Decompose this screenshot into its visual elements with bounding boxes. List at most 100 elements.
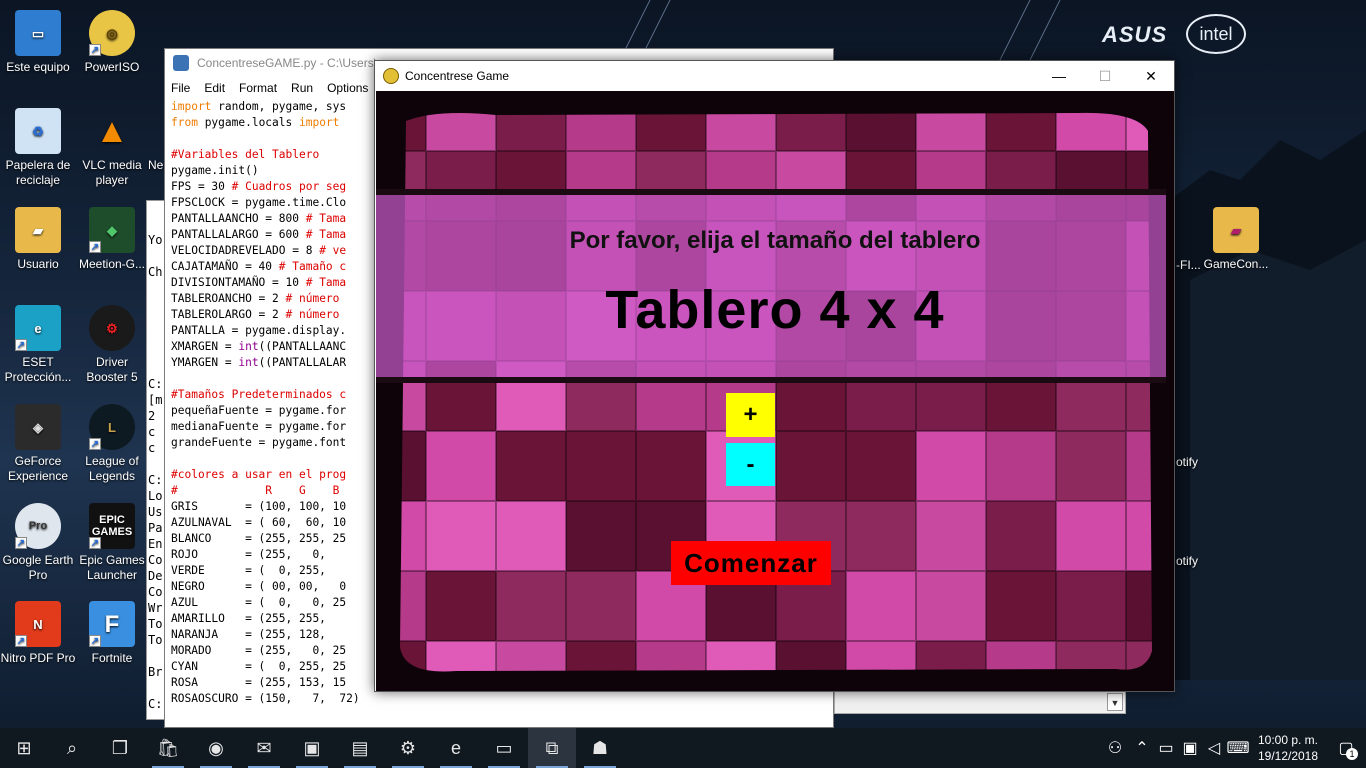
menu-edit[interactable]: Edit — [204, 81, 225, 95]
background-tile — [916, 431, 986, 501]
icon-label: ESET Protección... — [4, 355, 72, 384]
store-icon[interactable]: 🛍 — [144, 728, 192, 768]
pygame-icon[interactable]: ☗ — [576, 728, 624, 768]
desktop-icon-nitro[interactable]: N ↗ Nitro PDF Pro — [0, 601, 76, 666]
chrome-icon[interactable]: ◉ — [192, 728, 240, 768]
edge-icon[interactable]: e — [432, 728, 480, 768]
background-tile — [636, 641, 706, 691]
desktop-icon-poweriso[interactable]: ◎ ↗ PowerISO — [74, 10, 150, 75]
icon-label: VLC media player — [82, 158, 142, 187]
menu-file[interactable]: File — [171, 81, 190, 95]
notification-badge: 1 — [1346, 748, 1358, 760]
shortcut-arrow-icon: ↗ — [15, 635, 27, 647]
driver-booster-icon[interactable]: ⚙ — [384, 728, 432, 768]
desktop-icon-usuario[interactable]: ▰ Usuario — [0, 207, 76, 272]
clock[interactable]: 10:00 p. m. 19/12/2018 — [1250, 732, 1326, 764]
search-icon[interactable]: ⌕ — [48, 728, 96, 768]
board-size-label: Tablero 4 x 4 — [605, 280, 945, 340]
desktop-icon-epic[interactable]: EPIC GAMES ↗ Epic Games Launcher — [74, 503, 150, 583]
intel-logo: intel — [1186, 14, 1246, 54]
code-token: # R G B — [171, 484, 340, 497]
task-view-icon[interactable]: ❐ — [96, 728, 144, 768]
background-tile — [566, 91, 636, 151]
battery-icon[interactable]: ▭ — [1154, 728, 1178, 768]
desktop-icon-gamecon[interactable]: ▰ GameCon... — [1198, 207, 1274, 272]
console-line: Us — [148, 505, 163, 519]
game-window-title: Concentrese Game — [405, 69, 510, 83]
chevron-up-icon[interactable]: ⌃ — [1130, 728, 1154, 768]
notification-center-button[interactable]: ▢ 1 — [1326, 728, 1366, 768]
python-icon[interactable]: ⧉ — [528, 728, 576, 768]
background-tile — [776, 641, 846, 691]
console-scroll-area[interactable]: ▼ — [834, 690, 1126, 714]
minimize-button[interactable]: — — [1036, 61, 1082, 91]
user-folder-icon: ▰ — [15, 207, 61, 253]
background-tile — [986, 641, 1056, 691]
background-tile — [1126, 571, 1174, 641]
console-line: Pa — [148, 521, 163, 535]
shortcut-arrow-icon: ↗ — [89, 635, 101, 647]
code-token: #Tamaños Predeterminados c — [171, 388, 347, 401]
background-tile — [986, 501, 1056, 571]
background-tile — [426, 501, 496, 571]
recycle-bin-icon: ♻ — [15, 108, 61, 154]
shortcut-arrow-icon: ↗ — [89, 44, 101, 56]
console-line: De — [148, 569, 163, 583]
board-size-prompt: Por favor, elija el tamaño del tablero — [569, 227, 981, 254]
menu-format[interactable]: Format — [239, 81, 277, 95]
code-token: FPSCLOCK = pygame.time.Clo — [171, 196, 347, 209]
cmd-icon[interactable]: ▭ — [480, 728, 528, 768]
console-line: 2 — [148, 409, 156, 423]
code-token: YMARGEN = — [171, 356, 239, 369]
code-token: #colores a usar en el prog — [171, 468, 347, 481]
background-tile — [566, 501, 636, 571]
desktop-icon-league[interactable]: L ↗ League of Legends — [74, 404, 150, 484]
background-tile — [986, 91, 1056, 151]
background-tile — [566, 571, 636, 641]
volume-icon[interactable]: ◁ — [1202, 728, 1226, 768]
background-tile — [1056, 571, 1126, 641]
code-token: VERDE = ( 0, 255, — [171, 564, 326, 577]
maximize-button[interactable]: ☐ — [1082, 61, 1128, 91]
menu-options[interactable]: Options — [327, 81, 368, 95]
background-tile — [1126, 431, 1174, 501]
console-line: Co — [148, 585, 163, 599]
desktop-icon-meetion[interactable]: ◆ ↗ Meetion-G... — [74, 207, 150, 272]
google-earth-icon: Pro ↗ — [15, 503, 61, 549]
code-token: int — [238, 356, 259, 369]
code-token: # Tama — [305, 228, 347, 241]
desktop-icon-geforce[interactable]: ◈ GeForce Experience — [0, 404, 76, 484]
increase-size-button[interactable]: + — [726, 393, 775, 437]
desktop-icon-vlc[interactable]: ▲ VLC media player — [74, 108, 150, 188]
desktop-icon-fortnite[interactable]: F ↗ Fortnite — [74, 601, 150, 666]
console-line: To — [148, 617, 163, 631]
start-icon[interactable]: ⊞ — [0, 728, 48, 768]
game-canvas[interactable]: Por favor, elija el tamaño del tablero T… — [376, 91, 1174, 691]
chevron-down-icon[interactable]: ▼ — [1107, 693, 1123, 711]
people-icon[interactable]: ⚇ — [1100, 728, 1130, 768]
keyboard-icon[interactable]: ⌨ — [1226, 728, 1250, 768]
menu-run[interactable]: Run — [291, 81, 313, 95]
close-button[interactable]: ✕ — [1128, 61, 1174, 91]
background-tile — [916, 571, 986, 641]
desktop-icon-papelera[interactable]: ♻ Papelera de reciclaje — [0, 108, 76, 188]
desktop-icon-eset[interactable]: e ↗ ESET Protección... — [0, 305, 76, 385]
mail-icon[interactable]: ✉ — [240, 728, 288, 768]
code-token: NEGRO = ( 00, 00, 0 — [171, 580, 347, 593]
game-window[interactable]: Concentrese Game — ☐ ✕ Por favor, elija … — [374, 60, 1175, 692]
code-token: # ve — [319, 244, 347, 257]
decrease-size-button[interactable]: - — [726, 443, 775, 486]
contacts-icon[interactable]: ▣ — [288, 728, 336, 768]
desktop-icon-driver-booster[interactable]: ⚙ Driver Booster 5 — [74, 305, 150, 385]
background-tile — [916, 641, 986, 691]
desktop-icon-google-earth[interactable]: Pro ↗ Google Earth Pro — [0, 503, 76, 583]
partial-icon-label: otify — [1176, 455, 1199, 469]
network-icon[interactable]: ▣ — [1178, 728, 1202, 768]
desktop-icon-este-equipo[interactable]: ▭ Este equipo — [0, 10, 76, 75]
icon-label: Este equipo — [6, 60, 70, 74]
file-explorer-icon[interactable]: ▤ — [336, 728, 384, 768]
start-button[interactable]: Comenzar — [671, 541, 831, 585]
game-title-bar[interactable]: Concentrese Game — ☐ ✕ — [375, 61, 1174, 91]
